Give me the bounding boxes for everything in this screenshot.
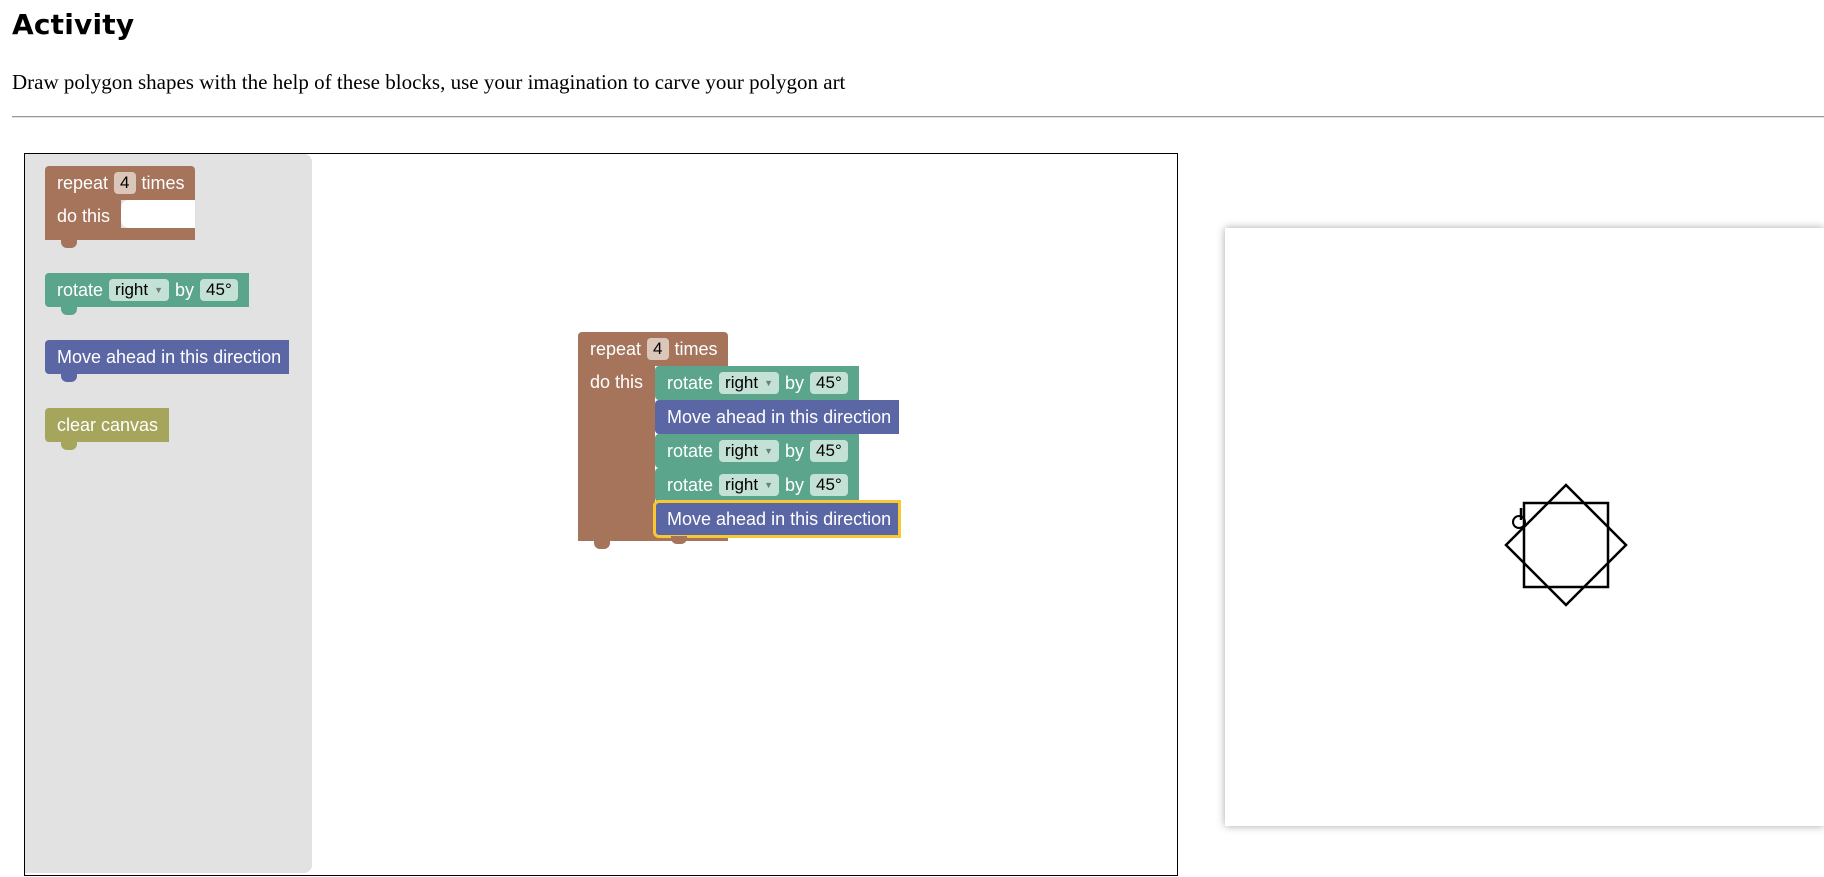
times-label: times [674,338,718,359]
dropdown-arrow-icon: ▼ [764,378,774,388]
rotate-label: rotate [57,279,104,300]
direction-value: right [115,280,149,299]
do-this-label: do this [57,206,111,226]
angle-field[interactable]: 45° [200,279,238,301]
block-toolbox: repeat 4 times do this rotate right ▼ by … [25,154,312,873]
activity-description: Draw polygon shapes with the help of the… [12,70,846,94]
direction-value: right [725,441,759,460]
toolbox-rotate-block[interactable]: rotate right ▼ by 45° [45,273,249,315]
turtle-drawing [1504,483,1628,607]
drawing-canvas[interactable] [1225,228,1824,826]
empty-statement-slot [121,200,195,228]
program-repeat-block[interactable]: repeat 4 times do this rotate right ▼ by … [578,332,901,552]
program-rotate-block[interactable]: rotate right ▼ by 45° [655,468,859,510]
toolbox-clear-canvas-block[interactable]: clear canvas [45,408,169,450]
program-rotate-block[interactable]: rotate right ▼ by 45° [655,434,859,476]
direction-value: right [725,373,759,392]
direction-dropdown[interactable]: right ▼ [719,474,780,496]
rotate-label: rotate [667,372,714,393]
toolbox-move-block[interactable]: Move ahead in this direction [45,340,289,382]
move-label: Move ahead in this direction [57,346,282,367]
program-rotate-block[interactable]: rotate right ▼ by 45° [655,366,859,408]
by-label: by [785,372,805,393]
direction-value: right [725,475,759,494]
direction-dropdown[interactable]: right ▼ [109,279,170,301]
repeat-count-field[interactable]: 4 [647,338,669,360]
times-label: times [141,172,185,193]
repeat-label: repeat [57,172,109,193]
angle-field[interactable]: 45° [810,372,848,394]
do-this-label: do this [590,372,644,392]
program-move-block[interactable]: Move ahead in this direction [655,400,899,442]
angle-field[interactable]: 45° [810,474,848,496]
rotate-label: rotate [667,440,714,461]
direction-dropdown[interactable]: right ▼ [719,372,780,394]
dropdown-arrow-icon: ▼ [764,480,774,490]
dropdown-arrow-icon: ▼ [764,446,774,456]
toolbox-repeat-block[interactable]: repeat 4 times do this [45,166,195,252]
direction-dropdown[interactable]: right ▼ [719,440,780,462]
block-workspace[interactable]: repeat 4 times do this rotate right ▼ by … [24,153,1178,876]
move-label: Move ahead in this direction [667,406,892,427]
repeat-label: repeat [590,338,642,359]
by-label: by [785,440,805,461]
by-label: by [175,279,195,300]
clear-canvas-label: clear canvas [57,414,159,435]
dropdown-arrow-icon: ▼ [154,285,164,295]
rotate-label: rotate [667,474,714,495]
by-label: by [785,474,805,495]
angle-field[interactable]: 45° [810,440,848,462]
move-label: Move ahead in this direction [667,508,892,529]
program-move-block-selected[interactable]: Move ahead in this direction [653,500,901,544]
page-title: Activity [12,8,135,41]
repeat-count-field[interactable]: 4 [114,172,136,194]
divider [12,116,1824,118]
